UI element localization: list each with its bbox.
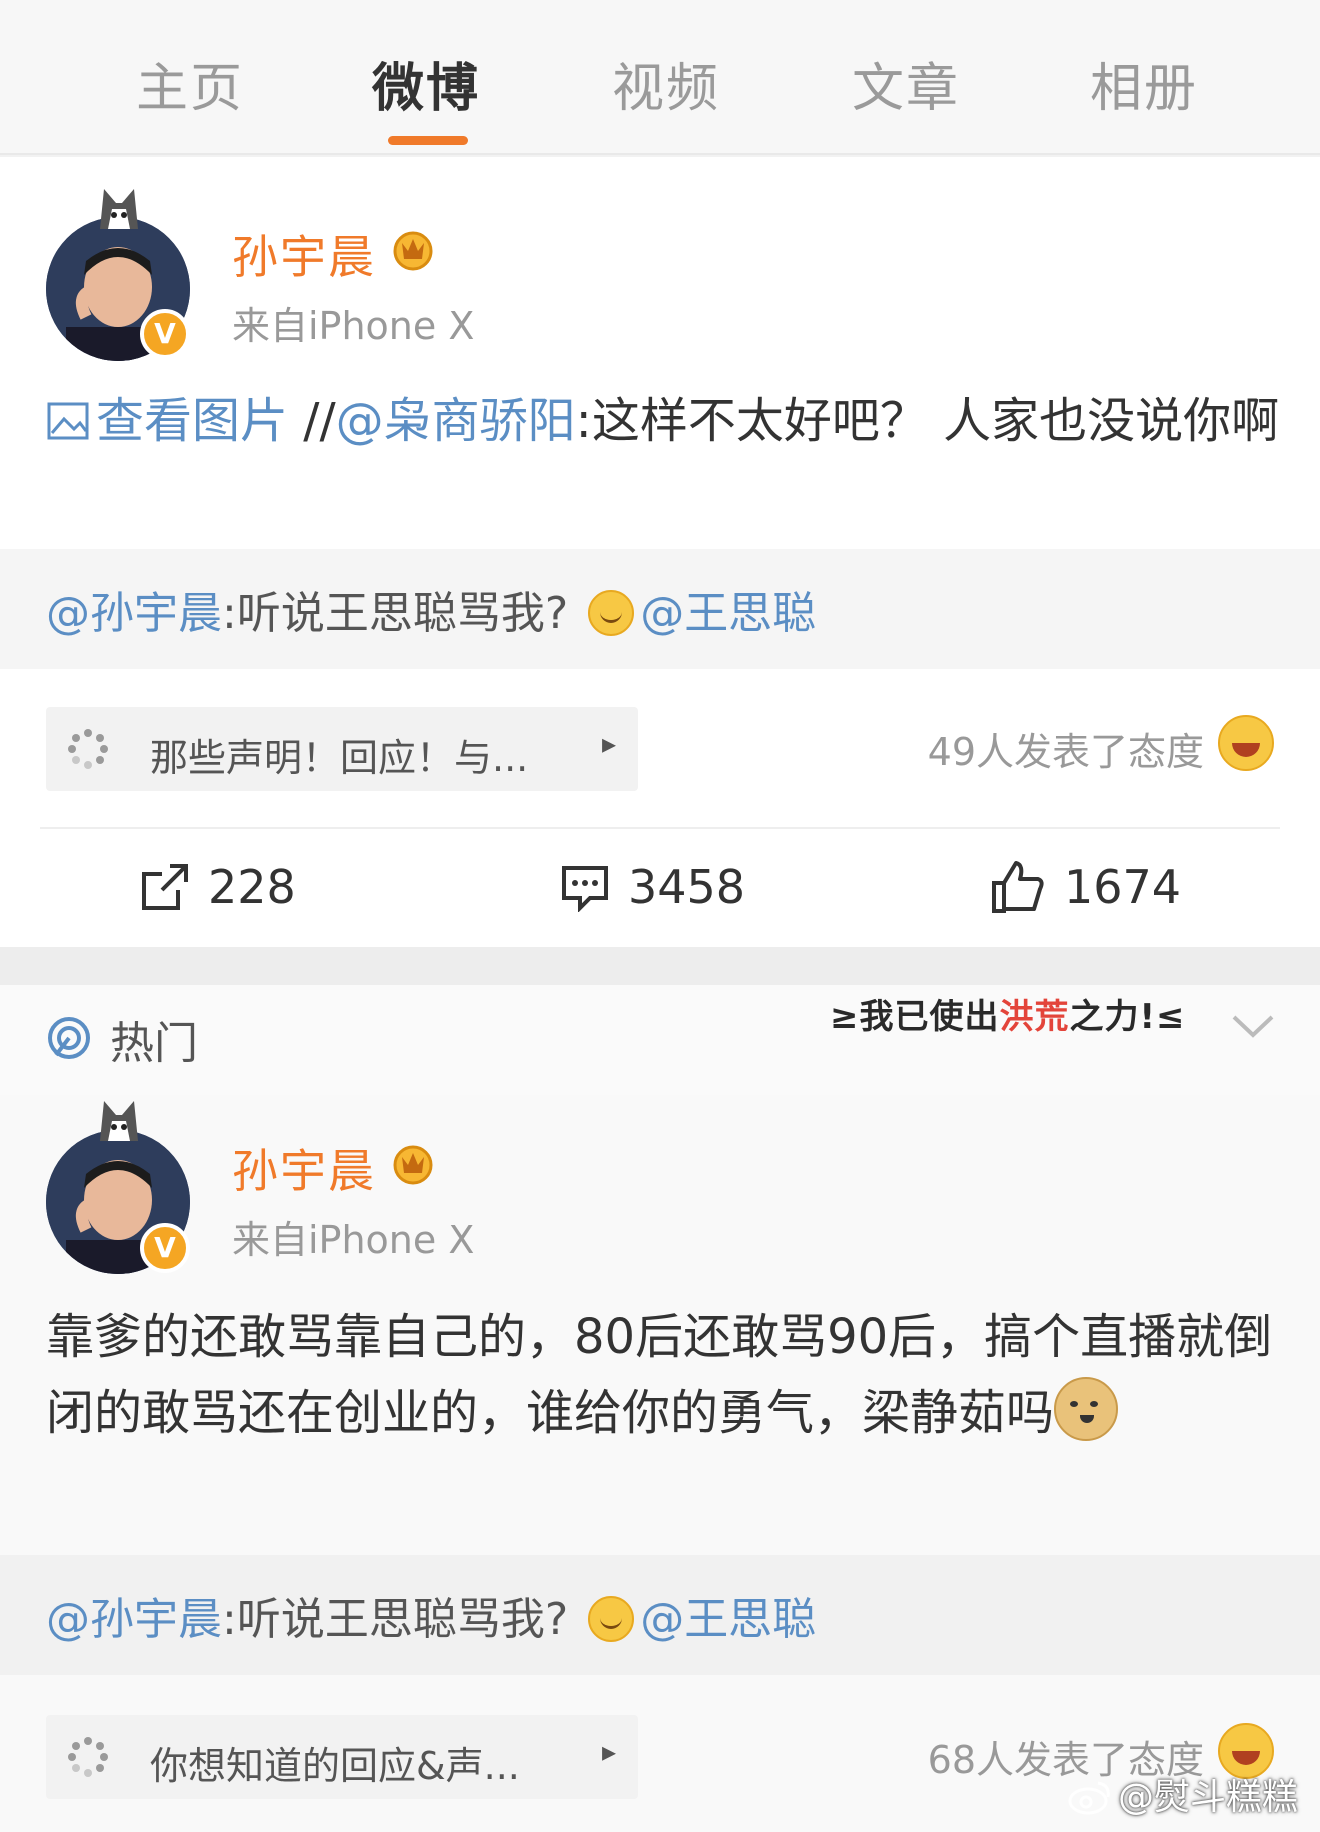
banner-suffix: 之力!≤ [1069,997,1186,1037]
active-tab-indicator [388,136,468,145]
topic-label: 那些声明！回应！与... [150,736,529,780]
post-text: :这样不太好吧？ 人家也没说你啊 [575,393,1280,449]
doge-emoji-icon [1054,1377,1119,1441]
attitude-count[interactable]: 49人发表了态度 [928,721,1204,776]
watermark: @熨斗糕糕 [1068,1768,1298,1820]
hot-target-icon [48,1017,90,1059]
share-icon [142,864,188,910]
laugh-emoji-icon [1218,715,1274,771]
section-separator [0,947,1320,985]
like-button[interactable]: 1674 [990,837,1181,937]
mention-link[interactable]: @枭商骄阳 [336,393,576,449]
weibo-logo-icon [1068,1781,1110,1815]
thumbs-up-icon [992,861,1044,913]
repost-separator: // [303,393,336,449]
quote-content: @孙宇晨:听说王思聪骂我? @王思聪 [46,1583,816,1647]
promo-banner: ≥我已使出洪荒之力!≤ [830,989,1186,1038]
repost-count: 228 [208,860,296,914]
like-count: 1674 [1064,860,1182,914]
username[interactable]: 孙宇晨 [232,1135,376,1201]
retweeted-quote[interactable]: @孙宇晨:听说王思聪骂我? @王思聪 [0,549,1320,669]
smile-emoji-icon [588,1596,635,1642]
vip-crown-icon [393,1145,433,1185]
action-bar: 228 3458 1674 [0,837,1320,937]
profile-tab-bar: 主页 微博 视频 文章 相册 [0,0,1320,155]
comment-count: 3458 [628,860,746,914]
loading-spinner-icon [68,1737,108,1777]
topic-label: 你想知道的回应&声... [150,1744,520,1788]
tab-articles[interactable]: 文章 [852,46,960,121]
weibo-post[interactable]: V 孙宇晨 来自iPhone X 靠爹的还敢骂靠自己的，80后还敢骂90后，搞个… [0,985,1320,1832]
retweeted-quote[interactable]: @孙宇晨:听说王思聪骂我? @王思聪 [0,1555,1320,1675]
tab-home[interactable]: 主页 [136,46,244,121]
quote-mention-link[interactable]: @孙宇晨 [46,588,222,639]
topic-chip[interactable]: 你想知道的回应&声... ▸ [46,1715,638,1799]
post-content: 查看图片 //@枭商骄阳:这样不太好吧？ 人家也没说你啊 [46,383,1286,459]
tab-albums[interactable]: 相册 [1090,46,1198,121]
husky-decoration-icon [100,1101,138,1141]
chevron-right-icon: ▸ [602,727,617,760]
post-source: 来自iPhone X [232,304,475,348]
quote-target-link[interactable]: @王思聪 [640,1594,816,1645]
image-icon [47,402,89,440]
loading-spinner-icon [68,729,108,769]
tab-video[interactable]: 视频 [612,46,720,121]
banner-prefix: ≥我已使出 [830,997,1000,1037]
husky-decoration-icon [100,189,138,229]
verified-badge-icon: V [140,1223,190,1273]
repost-button[interactable]: 228 [140,837,296,937]
post-content: 靠爹的还敢骂靠自己的，80后还敢骂90后，搞个直播就倒闭的敢骂还在创业的，谁给你… [46,1299,1286,1451]
quote-target-link[interactable]: @王思聪 [640,588,816,639]
weibo-post[interactable]: V 孙宇晨 来自iPhone X 查看图片 //@枭商骄阳:这样不太好吧？ 人家… [0,157,1320,947]
tab-weibo[interactable]: 微博 [372,46,480,121]
comment-icon [562,866,608,912]
hot-label: 热门 [110,1018,198,1069]
quote-text: :听说王思聪骂我? [222,588,569,639]
post-source: 来自iPhone X [232,1218,475,1262]
hot-section-header: 热门 ≥我已使出洪荒之力!≤ [0,985,1320,1095]
view-image-label: 查看图片 [96,393,289,449]
quote-text: :听说王思聪骂我? [222,1594,569,1645]
topic-chip[interactable]: 那些声明！回应！与... ▸ [46,707,638,791]
chevron-right-icon: ▸ [602,1735,617,1768]
verified-badge-icon: V [140,309,190,359]
quote-content: @孙宇晨:听说王思聪骂我? @王思聪 [46,577,816,641]
comment-button[interactable]: 3458 [560,837,745,937]
banner-highlight: 洪荒 [999,997,1070,1037]
quote-mention-link[interactable]: @孙宇晨 [46,1594,222,1645]
chevron-down-icon[interactable] [1230,1011,1276,1041]
view-image-link[interactable]: 查看图片 [46,393,303,449]
watermark-text: @熨斗糕糕 [1117,1777,1298,1818]
vip-crown-icon [393,231,433,271]
smile-emoji-icon [588,590,635,636]
username[interactable]: 孙宇晨 [232,221,376,287]
divider [40,827,1280,829]
